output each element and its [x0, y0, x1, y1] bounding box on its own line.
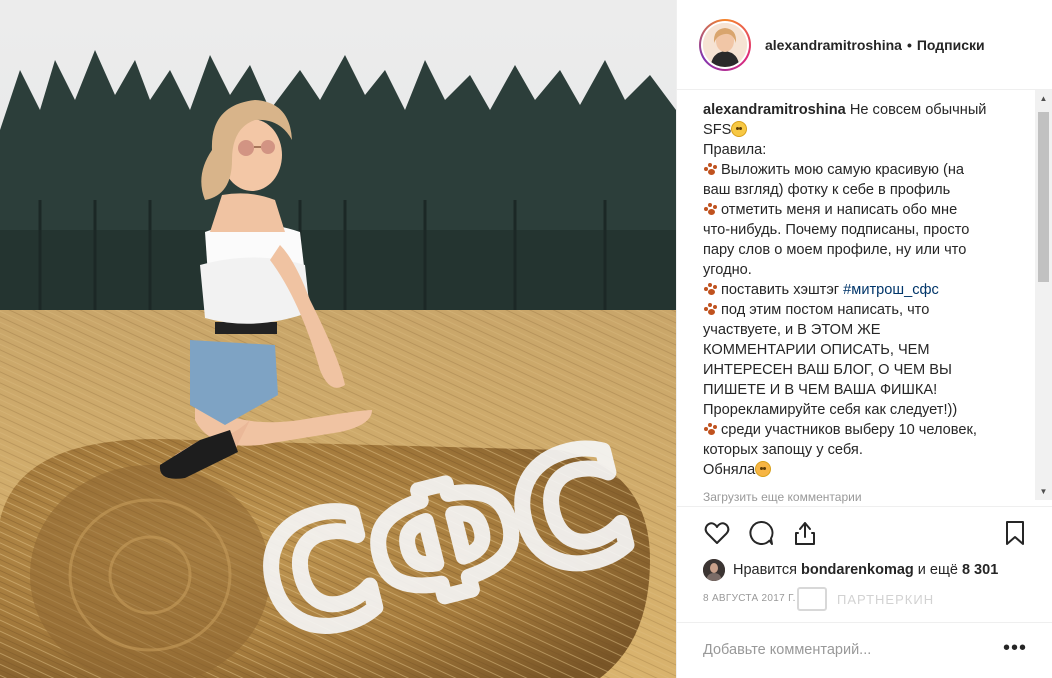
caption-username[interactable]: alexandramitroshina — [703, 102, 846, 118]
author-username[interactable]: alexandramitroshina — [765, 37, 902, 53]
paw-icon — [703, 282, 719, 296]
caption-text: Правила: — [703, 142, 767, 158]
likes-count[interactable]: 8 301 — [962, 562, 998, 578]
comment-bar: ••• — [677, 622, 1052, 678]
heart-icon[interactable] — [703, 519, 731, 547]
likes-row: Нравится bondarenkomag и ещё 8 301 — [703, 556, 1002, 584]
caption-text: которых запощу у себя. — [703, 442, 863, 458]
post-date[interactable]: 8 АВГУСТА 2017 Г. — [703, 593, 796, 604]
load-more-comments[interactable]: Загрузить еще комментарии — [703, 490, 862, 504]
chat-bubble-icon — [797, 587, 827, 611]
caption-text: Обняла — [703, 462, 756, 478]
post-sidebar: alexandramitroshina • Подписки alexandra… — [676, 0, 1052, 678]
share-icon[interactable] — [791, 519, 819, 547]
smirk-emoji-icon — [755, 461, 772, 477]
comment-icon[interactable] — [747, 519, 775, 547]
avatar-portrait-icon — [703, 22, 747, 67]
caption-text: ваш взгляд) фотку к себе в профиль — [703, 182, 951, 198]
hashtag-link[interactable]: #митрош_сфс — [843, 282, 939, 298]
avatar-image — [703, 22, 747, 67]
caption-scrollbar[interactable]: ▲ ▼ — [1035, 90, 1052, 500]
action-bar — [677, 506, 1052, 556]
liker-avatar[interactable] — [703, 559, 725, 581]
photo-scene: СФС — [0, 0, 676, 678]
caption-text: под этим постом написать, что — [721, 302, 930, 318]
post-header: alexandramitroshina • Подписки — [677, 0, 1052, 90]
caption-text: SFS — [703, 122, 732, 138]
likes-middle: и ещё — [917, 562, 958, 578]
bookmark-icon[interactable] — [1001, 519, 1029, 547]
caption-text: Не совсем обычный — [849, 102, 987, 118]
comment-input[interactable] — [703, 639, 993, 661]
header-separator: • — [906, 36, 912, 53]
scroll-thumb[interactable] — [1038, 112, 1049, 282]
caption-text: участвуете, и В ЭТОМ ЖЕ — [703, 322, 881, 338]
caption-text: поставить хэштэг — [721, 282, 844, 298]
caption-text: ИНТЕРЕСЕН ВАШ БЛОГ, О ЧЕМ ВЫ — [703, 362, 952, 378]
caption-text: ПИШЕТЕ И В ЧЕМ ВАША ФИШКА! — [703, 382, 938, 398]
rolling-eyes-emoji-icon — [731, 121, 748, 137]
caption-text: Прорекламируйте себя как следует!)) — [703, 402, 958, 418]
watermark: ПАРТНЕРКИН — [797, 587, 934, 611]
caption-text: отметить меня и написать обо мне — [721, 202, 958, 218]
paw-icon — [703, 202, 719, 216]
caption-text: среди участников выберу 10 человек, — [721, 422, 977, 438]
caption-text: угодно. — [703, 262, 752, 278]
caption: alexandramitroshina Не совсем обычный SF… — [703, 100, 1013, 480]
paw-icon — [703, 422, 719, 436]
author-avatar[interactable] — [699, 18, 751, 71]
paw-icon — [703, 302, 719, 316]
follow-button[interactable]: Подписки — [917, 37, 985, 53]
liker-username[interactable]: bondarenkomag — [801, 562, 914, 578]
paw-icon — [703, 162, 719, 176]
caption-text: Выложить мою самую красивую (на — [721, 162, 964, 178]
liker-portrait-icon — [703, 559, 725, 581]
caption-text: пару слов о моем профиле, ну или что — [703, 242, 967, 258]
caption-text: что-нибудь. Почему подписаны, просто — [703, 222, 970, 238]
caption-area: alexandramitroshina Не совсем обычный SF… — [677, 90, 1052, 506]
scroll-up-arrow-icon[interactable]: ▲ — [1035, 90, 1052, 107]
post-photo[interactable]: СФС — [0, 0, 676, 678]
instagram-post: СФС alexandramitroshina • Подписки alexa… — [0, 0, 1052, 678]
more-icon[interactable]: ••• — [1003, 637, 1027, 660]
likes-prefix: Нравится — [733, 562, 797, 578]
scroll-down-arrow-icon[interactable]: ▼ — [1035, 483, 1052, 500]
watermark-text: ПАРТНЕРКИН — [837, 591, 935, 607]
caption-text: КОММЕНТАРИИ ОПИСАТЬ, ЧЕМ — [703, 342, 930, 358]
